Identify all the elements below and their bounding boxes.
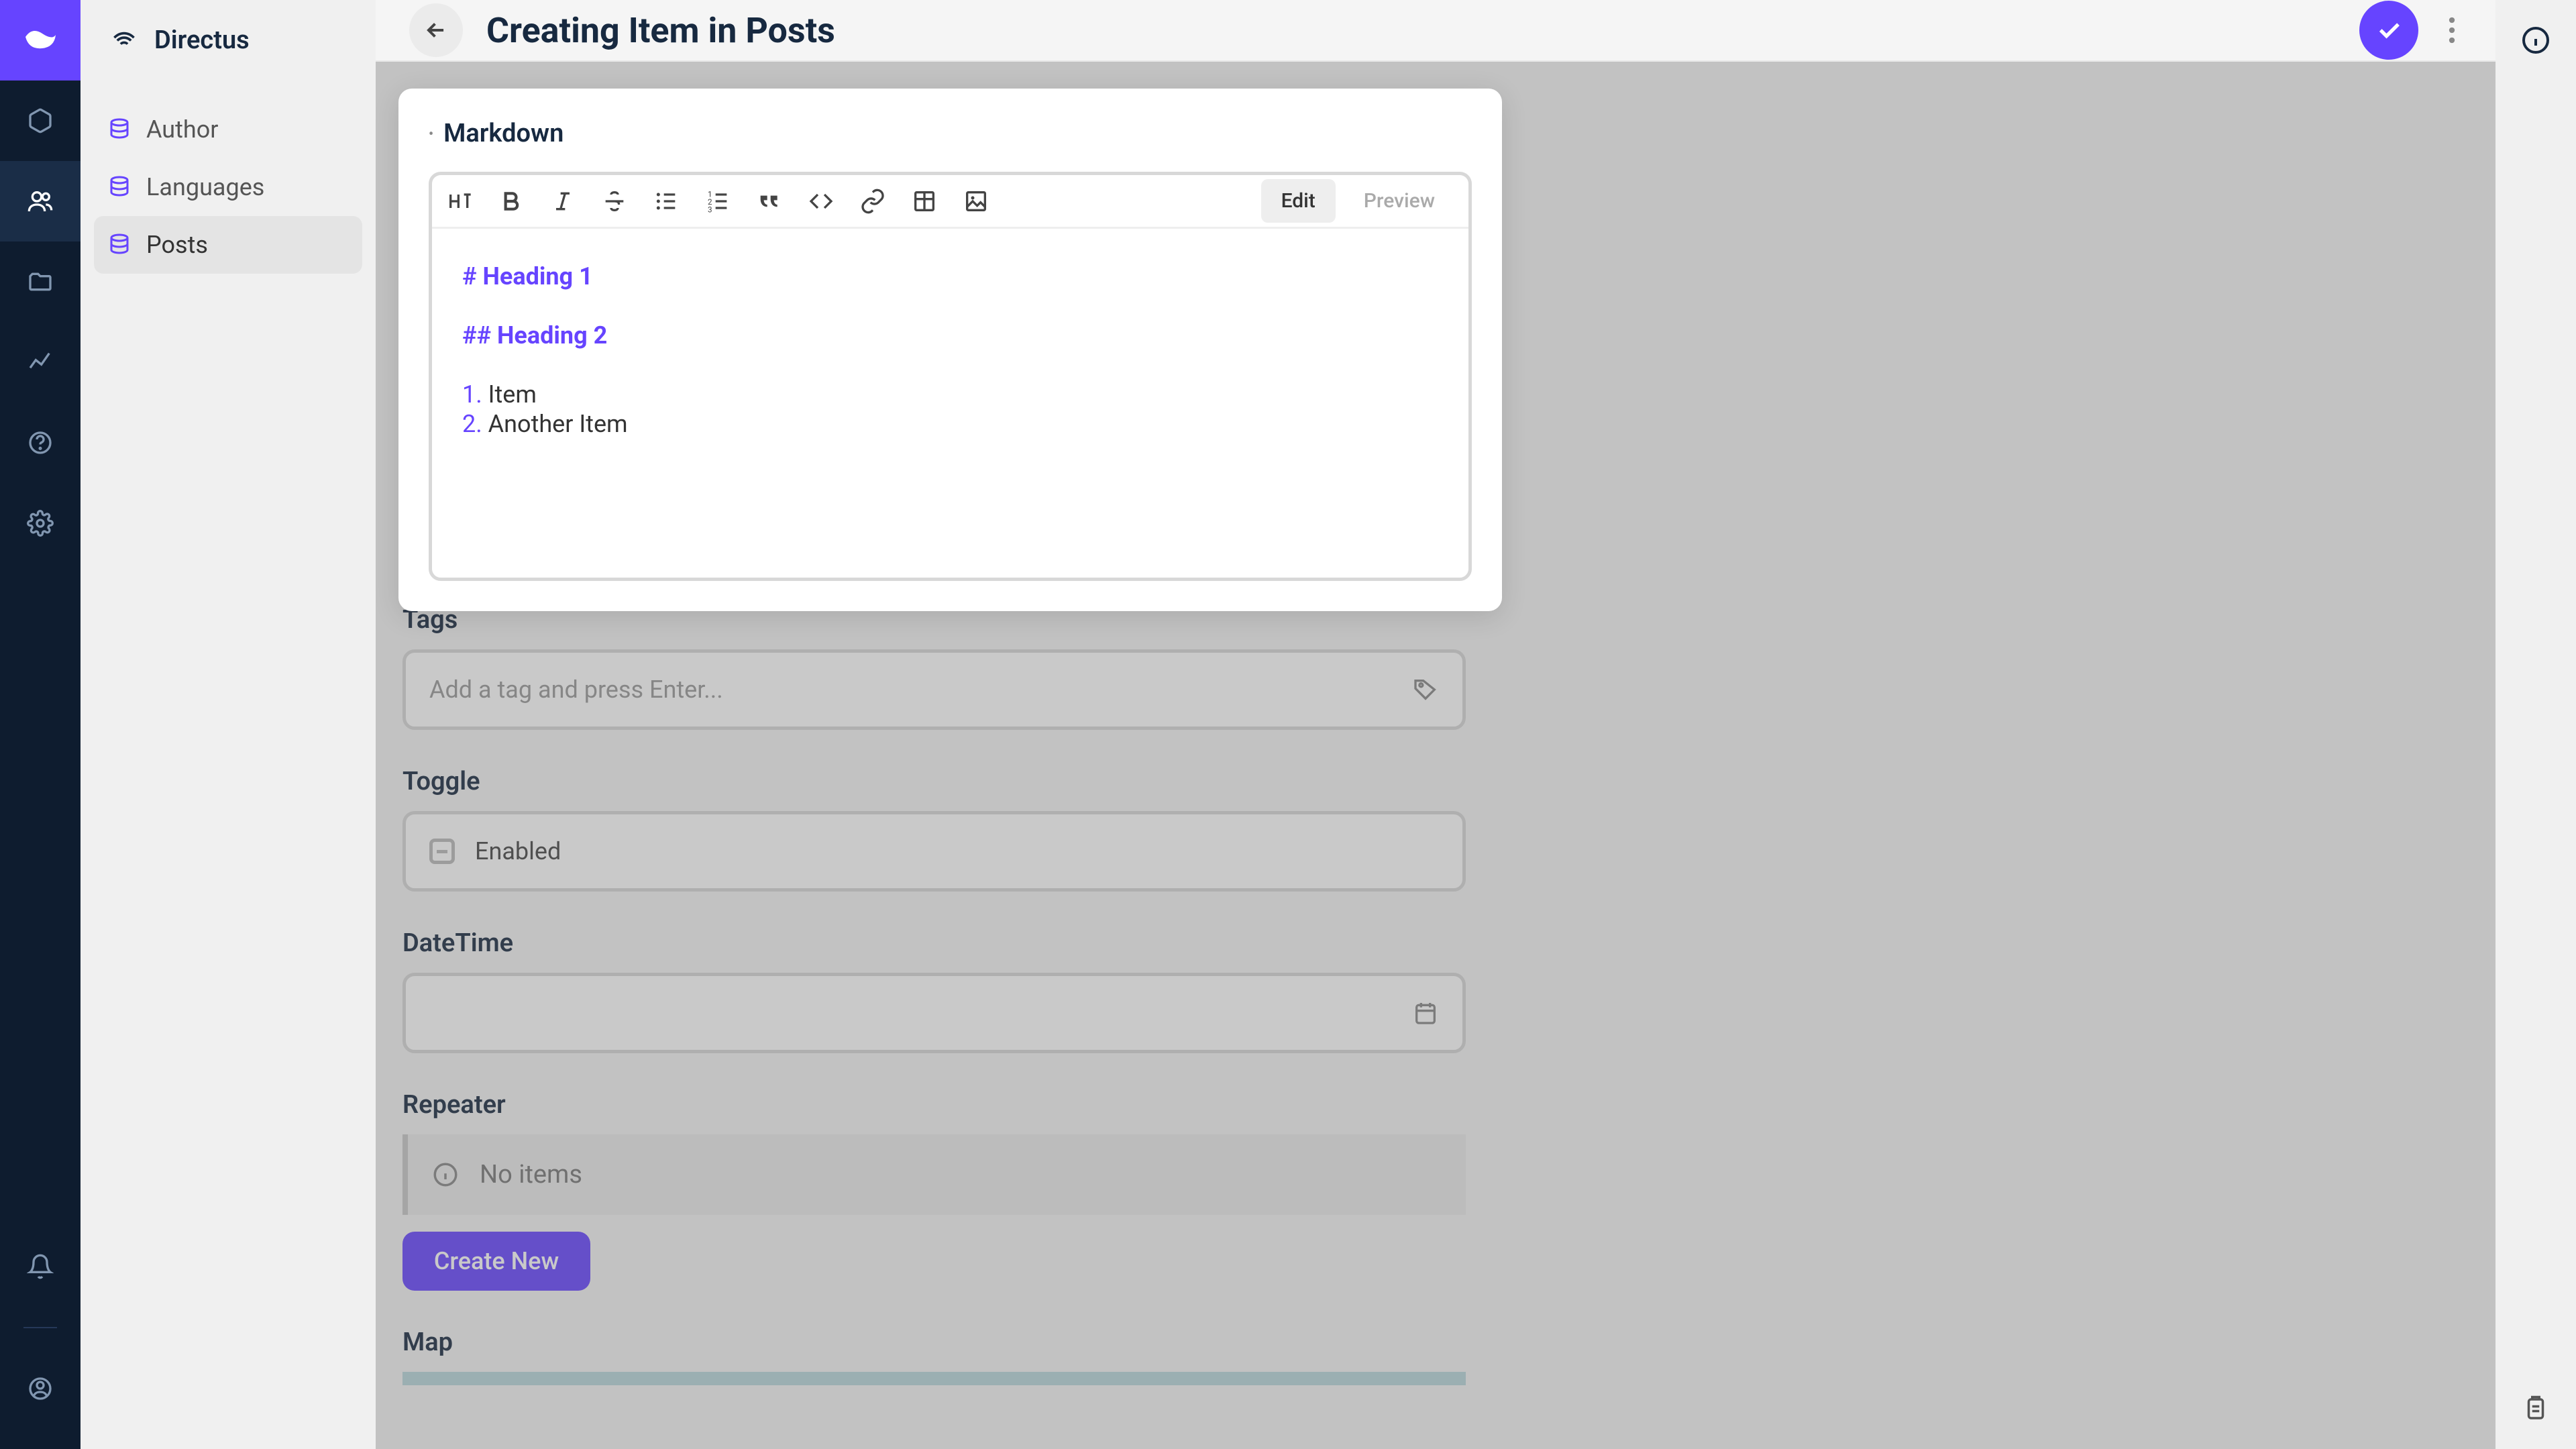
table-button[interactable] bbox=[910, 187, 938, 215]
more-button[interactable] bbox=[2442, 1, 2462, 60]
database-icon bbox=[107, 233, 131, 257]
ordered-list-button[interactable]: 123 bbox=[704, 187, 732, 215]
bullet-list-icon bbox=[653, 188, 680, 215]
sidebar-item-author[interactable]: Author bbox=[94, 101, 362, 158]
save-button[interactable] bbox=[2359, 1, 2418, 60]
notifications-icon[interactable] bbox=[0, 1226, 80, 1307]
sidebar-item-posts[interactable]: Posts bbox=[94, 216, 362, 274]
italic-icon bbox=[549, 188, 576, 215]
strikethrough-button[interactable] bbox=[600, 187, 629, 215]
database-icon bbox=[107, 175, 131, 199]
bullet-list-button[interactable] bbox=[652, 187, 680, 215]
sidebar-item-label: Author bbox=[146, 115, 218, 144]
account-icon[interactable] bbox=[0, 1348, 80, 1429]
bold-icon bbox=[498, 188, 525, 215]
italic-button[interactable] bbox=[549, 187, 577, 215]
sidebar-item-label: Languages bbox=[146, 173, 264, 201]
edit-mode-button[interactable]: Edit bbox=[1261, 179, 1336, 223]
wifi-icon bbox=[107, 29, 141, 52]
nav-users-icon[interactable] bbox=[0, 161, 80, 241]
svg-text:3: 3 bbox=[708, 205, 712, 214]
quote-icon bbox=[756, 188, 783, 215]
nav-help-icon[interactable] bbox=[0, 402, 80, 483]
strikethrough-icon bbox=[601, 188, 628, 215]
bold-button[interactable] bbox=[497, 187, 525, 215]
sidebar-item-languages[interactable]: Languages bbox=[94, 158, 362, 216]
info-panel-button[interactable] bbox=[2496, 0, 2576, 80]
arrow-left-icon bbox=[423, 17, 449, 43]
image-icon bbox=[963, 188, 989, 215]
page-title: Creating Item in Posts bbox=[486, 10, 2336, 51]
code-icon bbox=[808, 188, 835, 215]
image-button[interactable] bbox=[962, 187, 990, 215]
ordered-list-icon: 123 bbox=[704, 188, 731, 215]
table-icon bbox=[911, 188, 938, 215]
nav-insights-icon[interactable] bbox=[0, 322, 80, 402]
info-icon bbox=[2520, 24, 2552, 56]
app-name: Directus bbox=[154, 25, 250, 55]
field-label-markdown: Markdown bbox=[429, 119, 1472, 148]
preview-mode-button[interactable]: Preview bbox=[1344, 179, 1455, 223]
markdown-editor: 123 bbox=[429, 172, 1472, 581]
markdown-textarea[interactable]: # Heading 1 ## Heading 2 1. Item 2. Anot… bbox=[432, 229, 1468, 578]
clipboard-icon bbox=[2522, 1395, 2550, 1423]
database-icon bbox=[107, 117, 131, 142]
more-vertical-icon bbox=[2449, 17, 2455, 44]
heading-icon bbox=[446, 188, 473, 215]
activity-button[interactable] bbox=[2496, 1368, 2576, 1449]
logo[interactable] bbox=[0, 0, 80, 80]
nav-files-icon[interactable] bbox=[0, 241, 80, 322]
check-icon bbox=[2375, 16, 2403, 44]
sidebar-item-label: Posts bbox=[146, 231, 208, 259]
link-button[interactable] bbox=[859, 187, 887, 215]
code-button[interactable] bbox=[807, 187, 835, 215]
blockquote-button[interactable] bbox=[755, 187, 784, 215]
heading-button[interactable] bbox=[445, 187, 474, 215]
nav-settings-icon[interactable] bbox=[0, 483, 80, 564]
markdown-field-panel: Markdown bbox=[398, 89, 1502, 611]
link-icon bbox=[859, 188, 886, 215]
nav-collections-icon[interactable] bbox=[0, 80, 80, 161]
back-button[interactable] bbox=[409, 3, 463, 57]
